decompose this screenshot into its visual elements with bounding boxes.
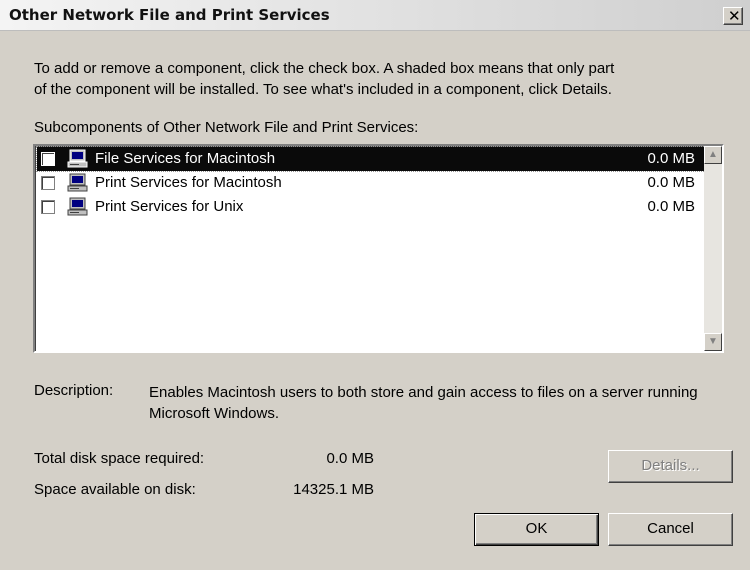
- dialog-window: Other Network File and Print Services ✕ …: [0, 0, 750, 570]
- close-button[interactable]: ✕: [723, 7, 743, 25]
- list-item[interactable]: File Services for Macintosh 0.0 MB: [36, 146, 708, 172]
- network-computer-icon: [67, 173, 88, 192]
- component-checkbox[interactable]: [41, 152, 55, 166]
- close-icon: ✕: [728, 7, 741, 25]
- component-size: 0.0 MB: [647, 174, 695, 191]
- scroll-up-button[interactable]: ▲: [704, 146, 722, 164]
- cancel-button[interactable]: Cancel: [608, 513, 733, 546]
- network-computer-icon: [67, 197, 88, 216]
- instructions-line-2: of the component will be installed. To s…: [34, 81, 612, 98]
- ok-button[interactable]: OK: [474, 513, 599, 546]
- scroll-down-button[interactable]: ▼: [704, 333, 722, 351]
- component-checkbox[interactable]: [41, 176, 55, 190]
- disk-required-label: Total disk space required:: [34, 450, 205, 467]
- disk-available-value: 14325.1 MB: [293, 481, 374, 498]
- components-listbox[interactable]: File Services for Macintosh 0.0 MB Print…: [33, 144, 724, 353]
- scroll-down-icon: ▼: [708, 336, 718, 347]
- subcomponents-label: Subcomponents of Other Network File and …: [34, 119, 419, 136]
- window-title: Other Network File and Print Services: [9, 6, 330, 24]
- component-checkbox[interactable]: [41, 200, 55, 214]
- description-text: Enables Macintosh users to both store an…: [149, 384, 698, 422]
- disk-available-label: Space available on disk:: [34, 481, 196, 498]
- component-size: 0.0 MB: [647, 150, 695, 167]
- description-label: Description:: [34, 382, 114, 399]
- details-button[interactable]: Details...: [608, 450, 733, 483]
- list-item[interactable]: Print Services for Unix 0.0 MB: [37, 195, 707, 219]
- title-bar[interactable]: Other Network File and Print Services ✕: [0, 0, 750, 31]
- component-label: Print Services for Macintosh: [95, 174, 282, 191]
- instructions-line-1: To add or remove a component, click the …: [34, 60, 615, 77]
- component-label: Print Services for Unix: [95, 198, 244, 215]
- component-size: 0.0 MB: [647, 198, 695, 215]
- scroll-up-icon: ▲: [708, 149, 718, 160]
- instructions-text: To add or remove a component, click the …: [34, 58, 734, 100]
- disk-required-value: 0.0 MB: [326, 450, 374, 467]
- network-computer-icon: [67, 149, 88, 168]
- list-item[interactable]: Print Services for Macintosh 0.0 MB: [37, 171, 707, 195]
- vertical-scrollbar[interactable]: ▲ ▼: [704, 146, 722, 351]
- component-label: File Services for Macintosh: [95, 150, 276, 167]
